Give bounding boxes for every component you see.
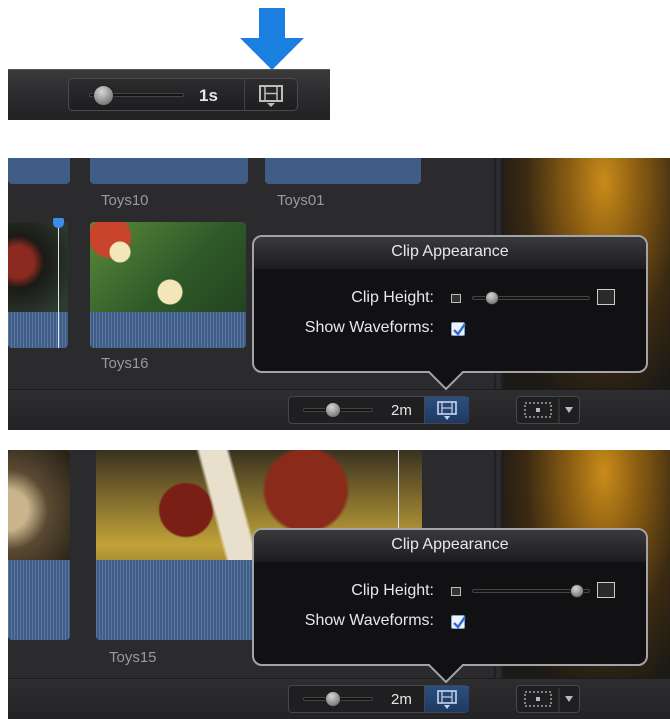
checkmark-icon xyxy=(453,323,466,336)
film-strip-icon[interactable] xyxy=(257,84,285,108)
divider xyxy=(244,79,245,110)
show-waveforms-checkbox[interactable] xyxy=(451,615,466,629)
timeline-bottom-bar: 2m xyxy=(8,678,670,719)
clip-appearance-button[interactable] xyxy=(424,397,469,423)
small-clip-icon xyxy=(451,294,461,303)
large-clip-icon xyxy=(597,582,615,598)
top-toolbar: 1s xyxy=(8,69,330,120)
popover-title: Clip Appearance xyxy=(391,243,509,260)
clip-label-toys01: Toys01 xyxy=(277,192,325,209)
large-clip-icon xyxy=(597,289,615,305)
clip-zoom-control: 2m xyxy=(288,396,469,424)
show-waveforms-label: Show Waveforms: xyxy=(304,319,434,336)
transform-icon xyxy=(524,688,573,712)
clip-waveform xyxy=(265,158,421,184)
clip-zoom-control: 1s xyxy=(68,78,298,111)
film-strip-icon xyxy=(437,690,457,709)
clip-thumbnail[interactable] xyxy=(8,222,68,348)
clip-thumbnail[interactable] xyxy=(8,450,70,640)
playhead-marker[interactable] xyxy=(53,218,64,228)
zoom-slider-knob[interactable] xyxy=(325,691,341,707)
clip-appearance-popover: Clip Appearance Clip Height: Show Wavefo… xyxy=(252,528,648,666)
clip-height-label: Clip Height: xyxy=(351,289,434,306)
zoom-value: 1s xyxy=(199,86,218,105)
popover-title: Clip Appearance xyxy=(391,536,509,553)
show-waveforms-label: Show Waveforms: xyxy=(304,612,434,629)
callout-arrow-icon xyxy=(240,8,304,70)
timeline-panel-2: Toys15 2m Clip Appearance Clip Height: S… xyxy=(8,450,670,719)
popover-pointer xyxy=(428,371,464,391)
checkmark-icon xyxy=(453,616,466,629)
clip-height-slider-knob[interactable] xyxy=(485,291,499,305)
clip-height-label: Clip Height: xyxy=(351,582,434,599)
timeline-panel-1: Toys10 Toys01 Toys16 2m Clip Appearance … xyxy=(8,158,670,430)
popover-pointer xyxy=(428,664,464,684)
small-clip-icon xyxy=(451,587,461,596)
transform-icon xyxy=(524,399,573,423)
viewer-options-button[interactable] xyxy=(516,685,580,713)
clip-label-toys15: Toys15 xyxy=(109,649,157,666)
film-strip-icon xyxy=(437,401,457,420)
viewer-options-button[interactable] xyxy=(516,396,580,424)
clip-appearance-popover: Clip Appearance Clip Height: Show Wavefo… xyxy=(252,235,648,373)
show-waveforms-checkbox[interactable] xyxy=(451,322,466,336)
zoom-value: 2m xyxy=(391,402,412,419)
clip-thumbnail-toys16[interactable] xyxy=(90,222,246,348)
clip-waveform xyxy=(8,158,70,184)
playhead[interactable] xyxy=(58,220,59,348)
zoom-slider-knob[interactable] xyxy=(93,85,114,106)
clip-label-toys10: Toys10 xyxy=(101,192,149,209)
clip-appearance-button[interactable] xyxy=(424,686,469,712)
clip-waveform xyxy=(8,312,68,348)
clip-waveform xyxy=(90,312,246,348)
clip-waveform xyxy=(8,560,70,640)
clip-waveform xyxy=(90,158,248,184)
clip-height-slider-knob[interactable] xyxy=(570,584,584,598)
clip-label-toys16: Toys16 xyxy=(101,355,149,372)
clip-zoom-control: 2m xyxy=(288,685,469,713)
timeline-bottom-bar: 2m xyxy=(8,389,670,430)
zoom-value: 2m xyxy=(391,691,412,708)
zoom-slider-knob[interactable] xyxy=(325,402,341,418)
